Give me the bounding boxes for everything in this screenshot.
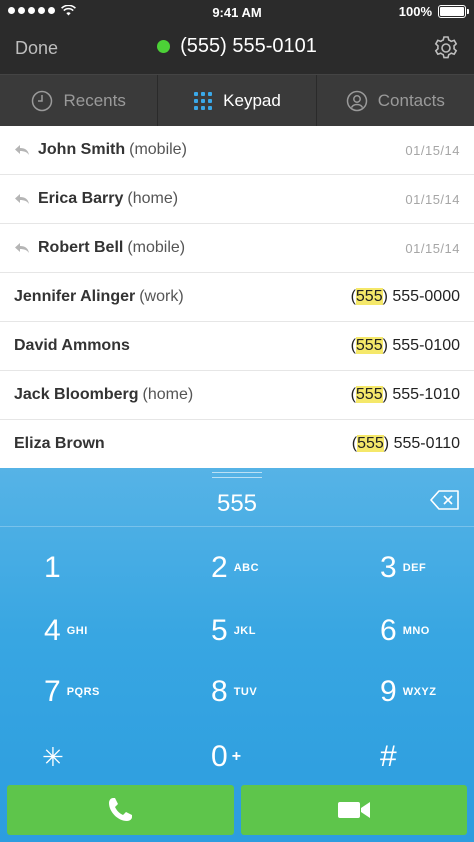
recent-row[interactable]: John Smith (mobile) 01/15/14 xyxy=(0,126,474,175)
battery-percent: 100% xyxy=(398,4,432,19)
call-number: (555) 555-0101 xyxy=(180,35,317,57)
contact-row[interactable]: David Ammons (555) 555-0100 xyxy=(0,322,474,371)
contact-type: (work) xyxy=(139,288,184,305)
key-8[interactable]: 8 TUV xyxy=(211,667,257,717)
contact-number: (555) 555-1010 xyxy=(350,386,460,403)
key-6[interactable]: 6 MNO xyxy=(380,606,430,656)
contact-type: (home) xyxy=(142,386,194,403)
reply-arrow-icon xyxy=(15,145,29,155)
clock-icon xyxy=(32,90,53,111)
drag-handle[interactable] xyxy=(212,472,262,478)
contact-name: Robert Bell xyxy=(38,239,124,256)
contact-name: Eliza Brown xyxy=(14,435,105,452)
contact-name: John Smith xyxy=(38,141,126,158)
match-highlight: 555 xyxy=(355,288,383,305)
key-1[interactable]: 1 xyxy=(44,543,67,593)
backspace-icon[interactable] xyxy=(430,490,460,510)
contact-row[interactable]: Eliza Brown (555) 555-0110 xyxy=(0,420,474,469)
tab-recents[interactable]: Recents xyxy=(0,75,159,126)
key-5[interactable]: 5 JKL xyxy=(211,606,256,656)
call-date: 01/15/14 xyxy=(405,191,460,207)
tab-keypad[interactable]: Keypad xyxy=(158,75,317,126)
contact-number: (555) 555-0110 xyxy=(351,435,460,452)
contact-name: David Ammons xyxy=(14,337,130,354)
results-list: John Smith (mobile) 01/15/14 Erica Barry… xyxy=(0,126,474,469)
video-camera-icon xyxy=(337,802,370,818)
status-bar: 9:41 AM 100% xyxy=(0,0,474,24)
active-call-dot xyxy=(157,40,171,53)
call-date: 01/15/14 xyxy=(405,240,460,256)
gear-icon[interactable] xyxy=(432,34,460,62)
recent-row[interactable]: Erica Barry (home) 01/15/14 xyxy=(0,175,474,224)
key-star[interactable]: ✳ xyxy=(42,732,64,782)
match-highlight: 555 xyxy=(355,337,383,354)
contact-type: (home) xyxy=(127,190,179,207)
nav-bar: Done (555) 555-0101 xyxy=(0,24,474,74)
contact-row[interactable]: Jennifer Alinger (work) (555) 555-0000 xyxy=(0,273,474,322)
keypad-grid-icon xyxy=(194,91,213,110)
video-call-button[interactable] xyxy=(240,785,467,835)
recent-row[interactable]: Robert Bell (mobile) 01/15/14 xyxy=(0,224,474,273)
contact-name: Jack Bloomberg xyxy=(14,386,139,403)
reply-arrow-icon xyxy=(15,194,29,204)
tab-contacts[interactable]: Contacts xyxy=(317,75,474,126)
battery-icon xyxy=(438,5,469,18)
key-3[interactable]: 3 DEF xyxy=(380,543,426,593)
key-2[interactable]: 2 ABC xyxy=(211,543,259,593)
person-icon xyxy=(346,90,368,111)
contact-type: (mobile) xyxy=(129,141,187,158)
reply-arrow-icon xyxy=(15,243,29,253)
contact-row[interactable]: Jack Bloomberg (home) (555) 555-1010 xyxy=(0,371,474,420)
tab-contacts-label: Contacts xyxy=(377,90,445,110)
contact-type: (mobile) xyxy=(127,239,186,256)
tab-recents-label: Recents xyxy=(63,90,126,110)
key-9[interactable]: 9 WXYZ xyxy=(380,667,436,717)
status-right: 100% xyxy=(398,4,469,19)
key-0[interactable]: 0 + xyxy=(211,732,242,782)
contact-name: Erica Barry xyxy=(38,190,124,207)
dialed-number: 555 xyxy=(216,490,258,517)
key-hash[interactable]: # xyxy=(380,732,397,782)
match-highlight: 555 xyxy=(357,435,384,452)
key-7[interactable]: 7 PQRS xyxy=(44,667,100,717)
match-highlight: 555 xyxy=(355,386,383,403)
tab-bar: Recents Keypad Contacts xyxy=(0,74,474,126)
contact-number: (555) 555-0100 xyxy=(350,337,460,354)
voice-call-button[interactable] xyxy=(7,785,234,835)
phone-icon xyxy=(109,798,133,821)
call-date: 01/15/14 xyxy=(405,142,460,158)
contact-number: (555) 555-0000 xyxy=(350,288,460,305)
divider xyxy=(0,526,474,527)
tab-keypad-label: Keypad xyxy=(223,90,281,110)
contact-name: Jennifer Alinger xyxy=(14,288,136,305)
call-actions xyxy=(0,785,474,842)
key-4[interactable]: 4 GHI xyxy=(44,606,88,656)
call-title: (555) 555-0101 xyxy=(0,35,474,58)
